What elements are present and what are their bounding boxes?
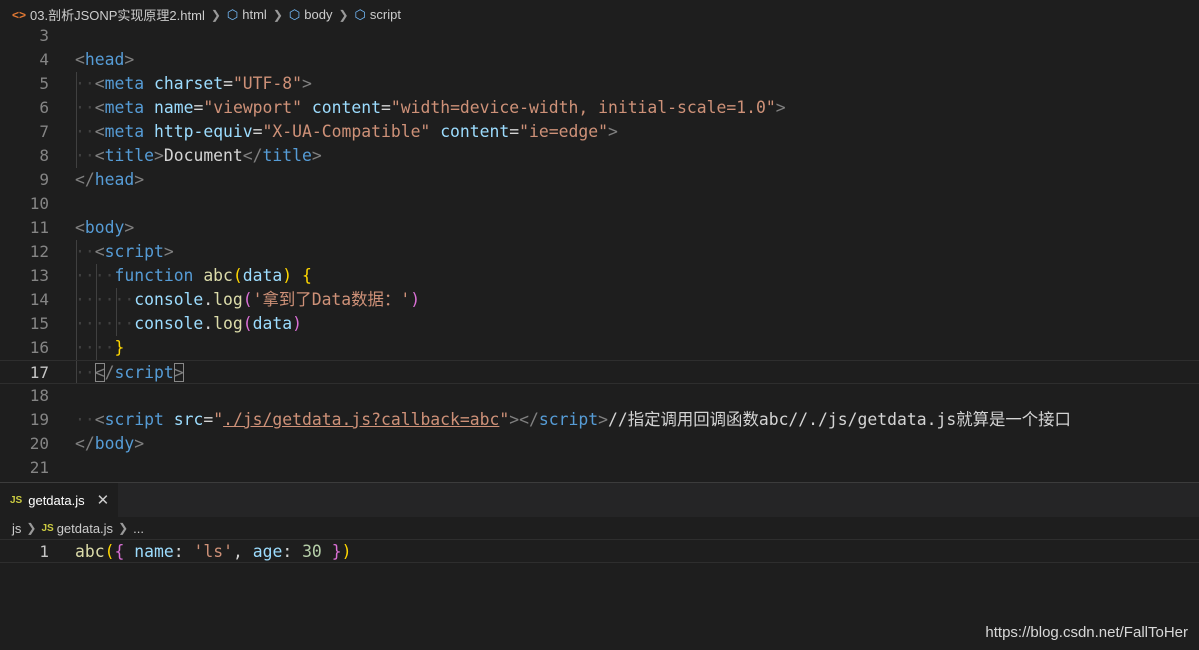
line-number: 12 xyxy=(29,242,49,261)
code-line-current[interactable]: 17 ··</script> xyxy=(0,360,1199,384)
breadcrumb-bottom: js ❯ JS getdata.js ❯ ... xyxy=(0,517,1199,539)
line-number: 4 xyxy=(39,50,49,69)
line-number: 21 xyxy=(29,458,49,477)
line-number: 10 xyxy=(29,194,49,213)
line-number: 15 xyxy=(29,314,49,333)
chevron-right-icon: ❯ xyxy=(338,7,349,22)
code-line[interactable]: 18 xyxy=(0,384,1199,408)
line-number: 3 xyxy=(39,26,49,45)
code-text[interactable]: ····function abc(data) { xyxy=(75,264,312,288)
code-line[interactable]: 19 ··<script src="./js/getdata.js?callba… xyxy=(0,408,1199,432)
breadcrumb-html[interactable]: html xyxy=(242,7,267,22)
js-file-icon: JS xyxy=(41,522,54,534)
breadcrumb-body[interactable]: body xyxy=(304,7,332,22)
js-file-icon: JS xyxy=(10,494,23,506)
line-number: 5 xyxy=(39,74,49,93)
code-line[interactable]: 20 </body> xyxy=(0,432,1199,456)
chevron-right-icon: ❯ xyxy=(118,521,129,535)
editor-tab-bar: JS getdata.js ✕ xyxy=(0,482,1199,517)
tab-label: getdata.js xyxy=(28,492,85,508)
code-line[interactable]: 10 xyxy=(0,192,1199,216)
line-number: 6 xyxy=(39,98,49,117)
html-file-icon: <> xyxy=(12,7,27,22)
code-text[interactable]: abc({ name: 'ls', age: 30 }) xyxy=(75,540,351,564)
code-line[interactable]: 8 ··<title>Document</title> xyxy=(0,144,1199,168)
code-text[interactable]: <body> xyxy=(75,216,134,240)
line-number: 11 xyxy=(29,218,49,237)
line-number: 19 xyxy=(29,410,49,429)
code-line[interactable]: 16 ····} xyxy=(0,336,1199,360)
code-line[interactable]: 13 ····function abc(data) { xyxy=(0,264,1199,288)
close-icon[interactable]: ✕ xyxy=(97,491,110,509)
code-line[interactable]: 12 ··<script> xyxy=(0,240,1199,264)
code-line[interactable]: 11 <body> xyxy=(0,216,1199,240)
line-number: 9 xyxy=(39,170,49,189)
breadcrumb-file[interactable]: 03.剖析JSONP实现原理2.html xyxy=(30,5,205,24)
code-text[interactable]: ··<title>Document</title> xyxy=(75,144,322,168)
code-text[interactable]: ··</script> xyxy=(75,361,184,385)
code-line[interactable]: 7 ··<meta http-equiv="X-UA-Compatible" c… xyxy=(0,120,1199,144)
line-number: 8 xyxy=(39,146,49,165)
line-number: 1 xyxy=(39,542,49,561)
code-line[interactable]: 21 xyxy=(0,456,1199,480)
line-number: 14 xyxy=(29,290,49,309)
cube-icon: ⬡ xyxy=(354,6,366,22)
code-text[interactable]: </head> xyxy=(75,168,144,192)
cube-icon: ⬡ xyxy=(288,6,301,22)
code-text[interactable]: ··<meta charset="UTF-8"> xyxy=(75,72,312,96)
chevron-right-icon: ❯ xyxy=(210,7,221,22)
code-line[interactable]: 6 ··<meta name="viewport" content="width… xyxy=(0,96,1199,120)
code-line[interactable]: 9 </head> xyxy=(0,168,1199,192)
cube-icon: ⬡ xyxy=(226,6,239,22)
code-text[interactable]: <head> xyxy=(75,48,134,72)
code-line[interactable]: 3 xyxy=(0,24,1199,48)
tab-getdata-js[interactable]: JS getdata.js ✕ xyxy=(0,483,118,517)
code-text[interactable]: ······console.log(data) xyxy=(75,312,302,336)
breadcrumb-more[interactable]: ... xyxy=(133,521,144,536)
code-text[interactable]: </body> xyxy=(75,432,144,456)
code-line[interactable]: 14 ······console.log('拿到了Data数据：') xyxy=(0,288,1199,312)
code-text[interactable]: ··<script src="./js/getdata.js?callback=… xyxy=(75,408,1071,432)
breadcrumb-script[interactable]: script xyxy=(370,7,401,22)
code-line[interactable]: 15 ······console.log(data) xyxy=(0,312,1199,336)
breadcrumb-folder[interactable]: js xyxy=(12,521,21,536)
code-text[interactable]: ······console.log('拿到了Data数据：') xyxy=(75,288,420,312)
chevron-right-icon: ❯ xyxy=(272,7,283,22)
code-line[interactable]: 4 <head> xyxy=(0,48,1199,72)
line-number: 20 xyxy=(29,434,49,453)
code-text[interactable]: ··<script> xyxy=(75,240,174,264)
line-number: 7 xyxy=(39,122,49,141)
chevron-right-icon: ❯ xyxy=(26,521,37,535)
code-line-current[interactable]: 1 abc({ name: 'ls', age: 30 }) xyxy=(0,539,1199,563)
line-number: 18 xyxy=(29,386,49,405)
code-text[interactable]: ····} xyxy=(75,336,124,360)
code-text[interactable]: ··<meta name="viewport" content="width=d… xyxy=(75,96,786,120)
line-number: 16 xyxy=(29,338,49,357)
breadcrumb-file[interactable]: getdata.js xyxy=(57,521,113,536)
line-number: 13 xyxy=(29,266,49,285)
code-line[interactable]: 5 ··<meta charset="UTF-8"> xyxy=(0,72,1199,96)
code-text[interactable]: ··<meta http-equiv="X-UA-Compatible" con… xyxy=(75,120,618,144)
line-number: 17 xyxy=(29,363,49,382)
watermark: https://blog.csdn.net/FallToHer xyxy=(985,624,1188,641)
